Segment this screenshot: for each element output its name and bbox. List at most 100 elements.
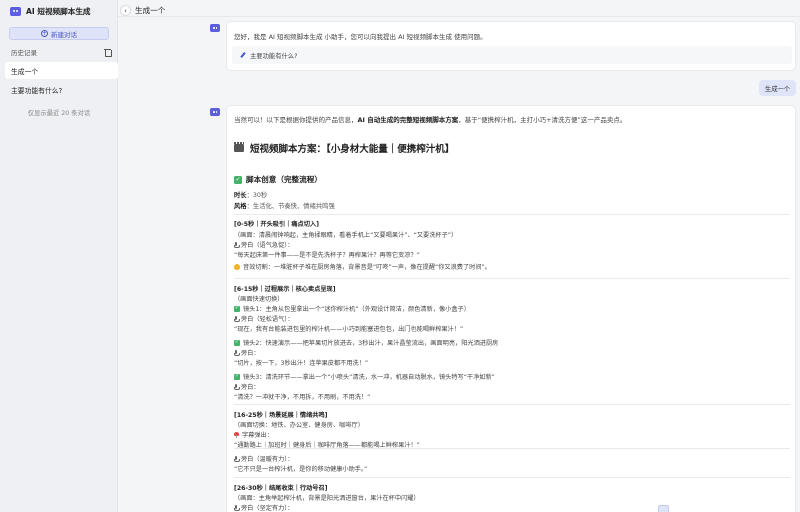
- script-section-heading: [16-25秒｜场景延展｜情绪共鸣]: [234, 410, 328, 419]
- script-line-text: 旁白（轻松语气）：: [241, 316, 294, 323]
- new-chat-label: 新建对话: [51, 30, 77, 39]
- mic-icon: [234, 315, 240, 322]
- intro-text-tail: ，基于“便携榨汁机，主打小巧+清洗方便”这一产品卖点。: [458, 116, 627, 124]
- script-line-text: 镜头2：快速演示——把苹果切片放进去，3秒出汁，果汁晶莹流出，画面明亮，阳光洒进…: [243, 340, 499, 347]
- script-line-text: “切片，按一下，3秒出汁！连苹果皮都不用洗！”: [234, 360, 369, 367]
- script-line: 旁白（轻松语气）：: [234, 314, 294, 323]
- script-line-text: 字幕弹出：: [242, 432, 273, 439]
- script-line: 字幕弹出：: [234, 430, 273, 439]
- section-title-text: 脚本创意（完整流程）: [246, 175, 322, 184]
- brand-title: AI 短视频脚本生成: [26, 6, 91, 16]
- script-line-text: [6-15秒｜过程展示｜核心卖点呈现]: [234, 286, 336, 293]
- script-line-text: （画面快速切换）: [234, 296, 284, 303]
- divider: [234, 214, 790, 215]
- greeting-text: 您好，我是 AI 短视频脚本生成 小助手，您可以向我提出 AI 短视频脚本生成 …: [234, 33, 487, 41]
- duration-label: 时长: [234, 192, 247, 199]
- script-line: （画面：清晨闹钟响起，主角揉眼睛，看着手机上“又要喝果汁”、“又要洗杯子”）: [234, 230, 457, 239]
- clapperboard-icon: [234, 142, 244, 152]
- script-line: “它不只是一台榨汁机，是你的移动健康小助手。”: [234, 464, 367, 473]
- script-section-heading: [6-15秒｜过程展示｜核心卖点呈现]: [234, 284, 336, 293]
- script-line: 旁白（坚定有力）：: [234, 503, 294, 512]
- brand: AI 短视频脚本生成: [0, 0, 117, 22]
- history-item[interactable]: 主要功能有什么?: [5, 81, 118, 98]
- history-label: 历史记录: [11, 49, 37, 57]
- script-line: “现在，我有台能装进包里的榨汁机——小巧到能塞进包包，出门也能喝鲜榨果汁！”: [234, 324, 463, 333]
- history-item[interactable]: 生成一个: [5, 62, 118, 79]
- duration-line: 时长：30秒: [234, 190, 267, 199]
- style-label: 风格: [234, 203, 247, 210]
- script-line-text: 旁白：: [241, 384, 260, 391]
- scroll-down-button[interactable]: [658, 505, 669, 512]
- script-line-text: “清洗？一冲就干净，不用拆，不用刷，不用洗！”: [234, 394, 371, 401]
- script-section-heading: [26-30秒｜结尾收束｜行动号召]: [234, 483, 328, 492]
- mic-icon: [234, 349, 240, 356]
- intro-text: 当然可以！以下是根据你提供的产品信息，: [234, 116, 358, 124]
- script-line: 旁白（语气急促）：: [234, 240, 294, 249]
- suggestion-chip[interactable]: 主要功能有什么?: [232, 46, 792, 64]
- script-line-text: （画面：清晨闹钟响起，主角揉眼睛，看着手机上“又要喝果汁”、“又要洗杯子”）: [234, 232, 458, 239]
- script-line: “清洗？一冲就干净，不用拆，不用刷，不用洗！”: [234, 392, 370, 401]
- trash-icon[interactable]: [104, 48, 112, 57]
- pencil-icon: [240, 52, 246, 58]
- script-line-text: 镜头3：清洗环节——拿出一个“小喷头”清洗，水一冲，机器自动脱水，镜头特写“干净…: [243, 374, 495, 381]
- mic-icon: [234, 241, 240, 248]
- script-line: ✓ 镜头3：清洗环节——拿出一个“小喷头”清洗，水一冲，机器自动脱水，镜头特写“干…: [234, 372, 495, 381]
- script-line-text: “它不只是一台榨汁机，是你的移动健康小助手。”: [234, 466, 368, 473]
- robot-icon: [10, 6, 21, 16]
- style-line: 风格：生活化、节奏快、情绪共鸣强: [234, 201, 335, 210]
- pin-icon: [234, 431, 239, 438]
- answer-message: 当然可以！以下是根据你提供的产品信息，AI 自动生成的完整短视频脚本方案，基于“…: [226, 105, 796, 512]
- script-line-text: （画面切换：地铁、办公室、健身房、咖啡厅）: [234, 422, 364, 429]
- check-icon: ✓: [234, 175, 242, 184]
- script-line: “切片，按一下，3秒出汁！连苹果皮都不用洗！”: [234, 358, 368, 367]
- script-line: 旁白：: [234, 348, 260, 357]
- history-item-label: 主要功能有什么?: [11, 86, 63, 95]
- bot-avatar-icon: [210, 108, 220, 116]
- script-line-text: 旁白（语气急促）：: [241, 242, 294, 249]
- answer-intro: 当然可以！以下是根据你提供的产品信息，AI 自动生成的完整短视频脚本方案，基于“…: [234, 114, 626, 124]
- history-note: 仅显示最近 20 条对话: [27, 110, 91, 117]
- script-heading-text: 短视频脚本方案：【小身材大能量｜便携榨汁机】: [250, 144, 455, 155]
- script-line: “每天起床第一件事——是不是先洗杯子？再榨果汁？再等它变凉？”: [234, 250, 420, 259]
- header-divider: [118, 16, 800, 17]
- divider: [234, 404, 790, 405]
- script-line: （画面快速切换）: [234, 294, 284, 303]
- history-item-label: 生成一个: [11, 67, 39, 76]
- script-line-text: （画面：主角举起榨汁机，背景是阳光洒进窗台，果汁在杯中闪耀）: [234, 495, 420, 502]
- intro-bold: AI 自动生成的完整短视频脚本方案: [357, 116, 459, 124]
- divider: [234, 278, 790, 279]
- script-line: ✓ 镜头1：主角从包里拿出一个“迷你榨汁机”（外观设计简洁，颜色清新，像小盒子）: [234, 304, 470, 313]
- script-line-text: “每天起床第一件事——是不是先洗杯子？再榨果汁？再等它变凉？”: [234, 252, 420, 259]
- script-line-text: 镜头1：主角从包里拿出一个“迷你榨汁机”（外观设计简洁，颜色清新，像小盒子）: [243, 306, 470, 313]
- mic-icon: [234, 455, 240, 462]
- script-line-text: [26-30秒｜结尾收束｜行动号召]: [234, 485, 328, 492]
- chat-main: 生成一个 您好，我是 AI 短视频脚本生成 小助手，您可以向我提出 AI 短视频…: [118, 0, 800, 512]
- divider: [234, 477, 790, 478]
- script-line: ✓ 镜头2：快速演示——把苹果切片放进去，3秒出汁，果汁晶莹流出，画面明亮，阳光洒…: [234, 338, 498, 347]
- plus-icon: +: [41, 29, 48, 37]
- user-message: 生成一个: [759, 80, 796, 96]
- script-line: （画面切换：地铁、办公室、健身房、咖啡厅）: [234, 420, 364, 429]
- sidebar: AI 短视频脚本生成 + 新建对话 历史记录 生成一个 主要功能有什么? 仅显示…: [0, 0, 118, 512]
- hand-icon: [234, 263, 240, 270]
- script-line-text: 音效切割：一堆脏杯子堆在厨房角落，背景音是“叮咚”一声，像在提醒“你又浪费了时间…: [243, 264, 491, 271]
- script-heading: 短视频脚本方案：【小身材大能量｜便携榨汁机】: [234, 141, 454, 155]
- script-section-heading: [0-5秒｜开头吸引｜痛点切入]: [234, 219, 319, 228]
- new-chat-button[interactable]: + 新建对话: [9, 27, 109, 40]
- greeting-message: 您好，我是 AI 短视频脚本生成 小助手，您可以向我提出 AI 短视频脚本生成 …: [226, 21, 796, 71]
- style-value: ：生活化、节奏快、情绪共鸣强: [246, 203, 335, 210]
- divider: [234, 448, 790, 449]
- history-header: 历史记录: [11, 47, 112, 57]
- suggestion-text: 主要功能有什么?: [250, 52, 298, 60]
- script-line-text: “现在，我有台能装进包里的榨汁机——小巧到能塞进包包，出门也能喝鲜榨果汁！”: [234, 326, 464, 333]
- check-icon: ✓: [234, 305, 240, 312]
- check-icon: ✓: [234, 373, 240, 380]
- check-icon: ✓: [234, 339, 240, 346]
- script-line-text: [16-25秒｜场景延展｜情绪共鸣]: [234, 412, 328, 419]
- script-line-text: [0-5秒｜开头吸引｜痛点切入]: [234, 221, 319, 228]
- script-line: 旁白：: [234, 382, 260, 391]
- script-line-text: 旁白：: [241, 350, 260, 357]
- script-line: 旁白（温暖有力）：: [234, 454, 294, 463]
- script-line: （画面：主角举起榨汁机，背景是阳光洒进窗台，果汁在杯中闪耀）: [234, 493, 420, 502]
- section-title: ✓ 脚本创意（完整流程）: [234, 174, 322, 185]
